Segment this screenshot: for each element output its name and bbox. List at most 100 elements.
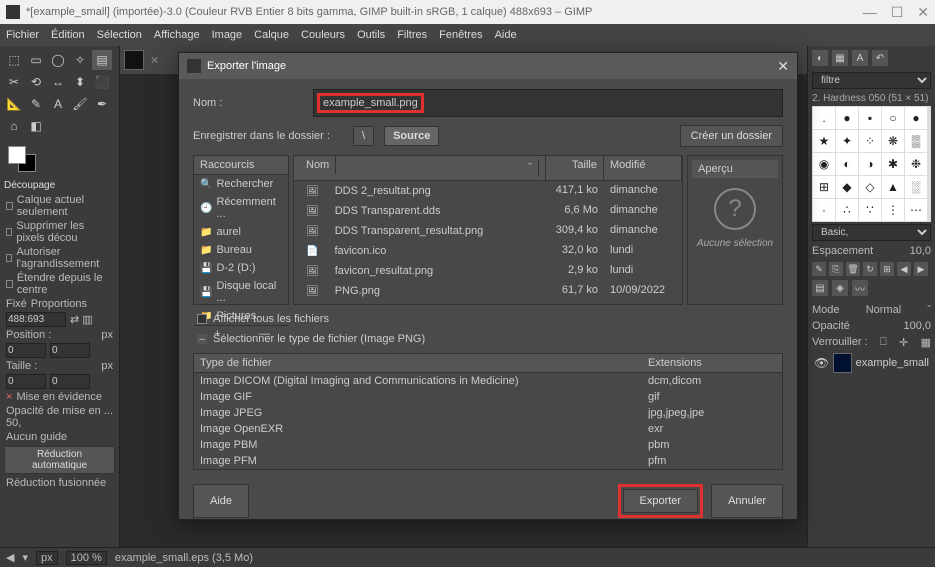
- menu-fenêtres[interactable]: Fenêtres: [439, 29, 482, 41]
- tool-6[interactable]: ⟲: [26, 72, 46, 92]
- brush-preset[interactable]: ○: [882, 107, 904, 129]
- brush-preset[interactable]: ❋: [882, 130, 904, 152]
- menu-filtres[interactable]: Filtres: [397, 29, 427, 41]
- brush-preset[interactable]: ⊞: [813, 176, 835, 198]
- dialog-close-icon[interactable]: ✕: [777, 58, 789, 75]
- menu-fichier[interactable]: Fichier: [6, 29, 39, 41]
- menu-outils[interactable]: Outils: [357, 29, 385, 41]
- sort-asc-icon[interactable]: ˆ: [522, 159, 539, 177]
- tool-2[interactable]: ◯: [48, 50, 68, 70]
- fg-color-swatch[interactable]: [8, 146, 26, 164]
- help-button[interactable]: Aide: [193, 484, 249, 518]
- file-row[interactable]: 🖼DDS Transparent.dds6,6 Modimanche: [294, 201, 682, 221]
- opacity-value[interactable]: 100,0: [903, 320, 931, 332]
- menu-aide[interactable]: Aide: [495, 29, 517, 41]
- spacing-value[interactable]: 10,0: [910, 245, 931, 257]
- menu-image[interactable]: Image: [212, 29, 243, 41]
- brush-preset[interactable]: ✱: [882, 153, 904, 175]
- ft-col-ext[interactable]: Extensions: [642, 354, 782, 372]
- image-tab-thumb[interactable]: [124, 50, 144, 70]
- maximize-button[interactable]: ☐: [891, 4, 904, 21]
- ratio-controls-icon[interactable]: ⇄ ▥: [70, 313, 93, 326]
- tool-1[interactable]: ▭: [26, 50, 46, 70]
- layer-name[interactable]: example_small: [856, 357, 929, 369]
- brush-preset[interactable]: ⋮: [882, 199, 904, 221]
- brush-preset[interactable]: ●: [905, 107, 927, 129]
- select-type-label[interactable]: Sélectionner le type de fichier (Image P…: [213, 333, 425, 345]
- path-source-button[interactable]: Source: [384, 126, 439, 146]
- filetype-row[interactable]: Image OpenEXRexr: [194, 421, 782, 437]
- file-row[interactable]: 🖼DDS 2_resultat.png417,1 kodimanche: [294, 181, 682, 201]
- fused-reduce-label[interactable]: Réduction fusionnée: [6, 477, 106, 489]
- brush-preset[interactable]: ░: [905, 176, 927, 198]
- brush-preset[interactable]: ✦: [836, 130, 858, 152]
- export-button[interactable]: Exporter: [623, 489, 699, 513]
- brush-preset[interactable]: ▲: [882, 176, 904, 198]
- brush-preset[interactable]: ●: [836, 107, 858, 129]
- place-item[interactable]: 💾D-2 (D:): [194, 259, 288, 277]
- brush-action-icon[interactable]: ▶: [914, 262, 928, 276]
- tool-8[interactable]: ⬍: [70, 72, 90, 92]
- col-size[interactable]: Taille: [546, 156, 604, 180]
- basic-select[interactable]: Basic,: [812, 224, 931, 241]
- tool-14[interactable]: ✒: [92, 94, 112, 114]
- tool-0[interactable]: ⬚: [4, 50, 24, 70]
- file-row[interactable]: 📄favicon.ico32,0 kolundi: [294, 241, 682, 261]
- brush-preset[interactable]: .: [813, 107, 835, 129]
- filetype-row[interactable]: Image JPEGjpg,jpeg,jpe: [194, 405, 782, 421]
- size-x-input[interactable]: [6, 374, 46, 389]
- no-guide-label[interactable]: Aucun guide: [4, 430, 115, 444]
- menu-affichage[interactable]: Affichage: [154, 29, 200, 41]
- place-item[interactable]: 📁Bureau: [194, 241, 288, 259]
- brush-preset[interactable]: ⋯: [905, 199, 927, 221]
- nav-left-icon[interactable]: ◀: [6, 551, 14, 564]
- place-item[interactable]: 📁aurel: [194, 223, 288, 241]
- brushes-tab-icon[interactable]: ◐: [812, 50, 828, 66]
- brush-action-icon[interactable]: 🗑: [846, 262, 860, 276]
- mode-value[interactable]: Normal: [866, 304, 901, 316]
- size-unit[interactable]: px: [101, 360, 113, 372]
- brush-preset[interactable]: ▪: [859, 107, 881, 129]
- brush-preset[interactable]: ∵: [859, 199, 881, 221]
- brush-preset[interactable]: ◑: [859, 153, 881, 175]
- filetype-row[interactable]: Image DICOM (Digital Imaging and Communi…: [194, 373, 782, 389]
- layer-row[interactable]: 👁 example_small: [812, 351, 931, 375]
- brush-preset[interactable]: ◉: [813, 153, 835, 175]
- ft-col-type[interactable]: Type de fichier: [194, 354, 642, 372]
- tool-10[interactable]: 📐: [4, 94, 24, 114]
- zoom-dropdown[interactable]: 100 %: [66, 551, 107, 565]
- tool-9[interactable]: ⬛: [92, 72, 112, 92]
- tool-15[interactable]: ⌂: [4, 116, 24, 136]
- place-item[interactable]: 💾Disque local ...: [194, 277, 288, 307]
- brush-preset[interactable]: ◇: [859, 176, 881, 198]
- brush-preset[interactable]: ·: [813, 199, 835, 221]
- path-root-button[interactable]: \: [353, 126, 374, 146]
- show-all-checkbox[interactable]: [197, 314, 207, 324]
- file-row[interactable]: 🖼DDS Transparent_resultat.png309,4 kodim…: [294, 221, 682, 241]
- brush-preset[interactable]: ◆: [836, 176, 858, 198]
- place-item[interactable]: 🔍Rechercher: [194, 175, 288, 193]
- filetype-row[interactable]: Image GIFgif: [194, 389, 782, 405]
- position-unit[interactable]: px: [101, 329, 113, 341]
- tool-11[interactable]: ✎: [26, 94, 46, 114]
- auto-reduce-button[interactable]: Réduction automatique: [4, 446, 115, 474]
- brush-action-icon[interactable]: ⊞: [880, 262, 894, 276]
- minimize-button[interactable]: —: [863, 4, 877, 21]
- chevron-down-icon[interactable]: ˇ: [927, 304, 931, 316]
- lock-pixel-icon[interactable]: ⎕: [880, 336, 887, 349]
- menu-sélection[interactable]: Sélection: [97, 29, 142, 41]
- visibility-icon[interactable]: 👁: [814, 356, 829, 370]
- paths-tab-icon[interactable]: 〰: [852, 280, 868, 296]
- brush-preset[interactable]: ◐: [836, 153, 858, 175]
- ratio-input[interactable]: [6, 312, 66, 327]
- filter-select[interactable]: filtre: [812, 72, 931, 89]
- brush-action-icon[interactable]: ✎: [812, 262, 826, 276]
- tool-12[interactable]: A: [48, 94, 68, 114]
- brush-action-icon[interactable]: ⎘: [829, 262, 843, 276]
- lock-alpha-icon[interactable]: ▦: [921, 336, 931, 349]
- create-folder-button[interactable]: Créer un dossier: [680, 125, 783, 147]
- patterns-tab-icon[interactable]: ▦: [832, 50, 848, 66]
- pos-x-input[interactable]: [6, 343, 46, 358]
- brush-grid[interactable]: .●▪○●★✦⁘❋▒◉◐◑✱❉⊞◆◇▲░·∴∵⋮⋯: [812, 106, 931, 222]
- filename-input[interactable]: example_small.png: [317, 93, 424, 113]
